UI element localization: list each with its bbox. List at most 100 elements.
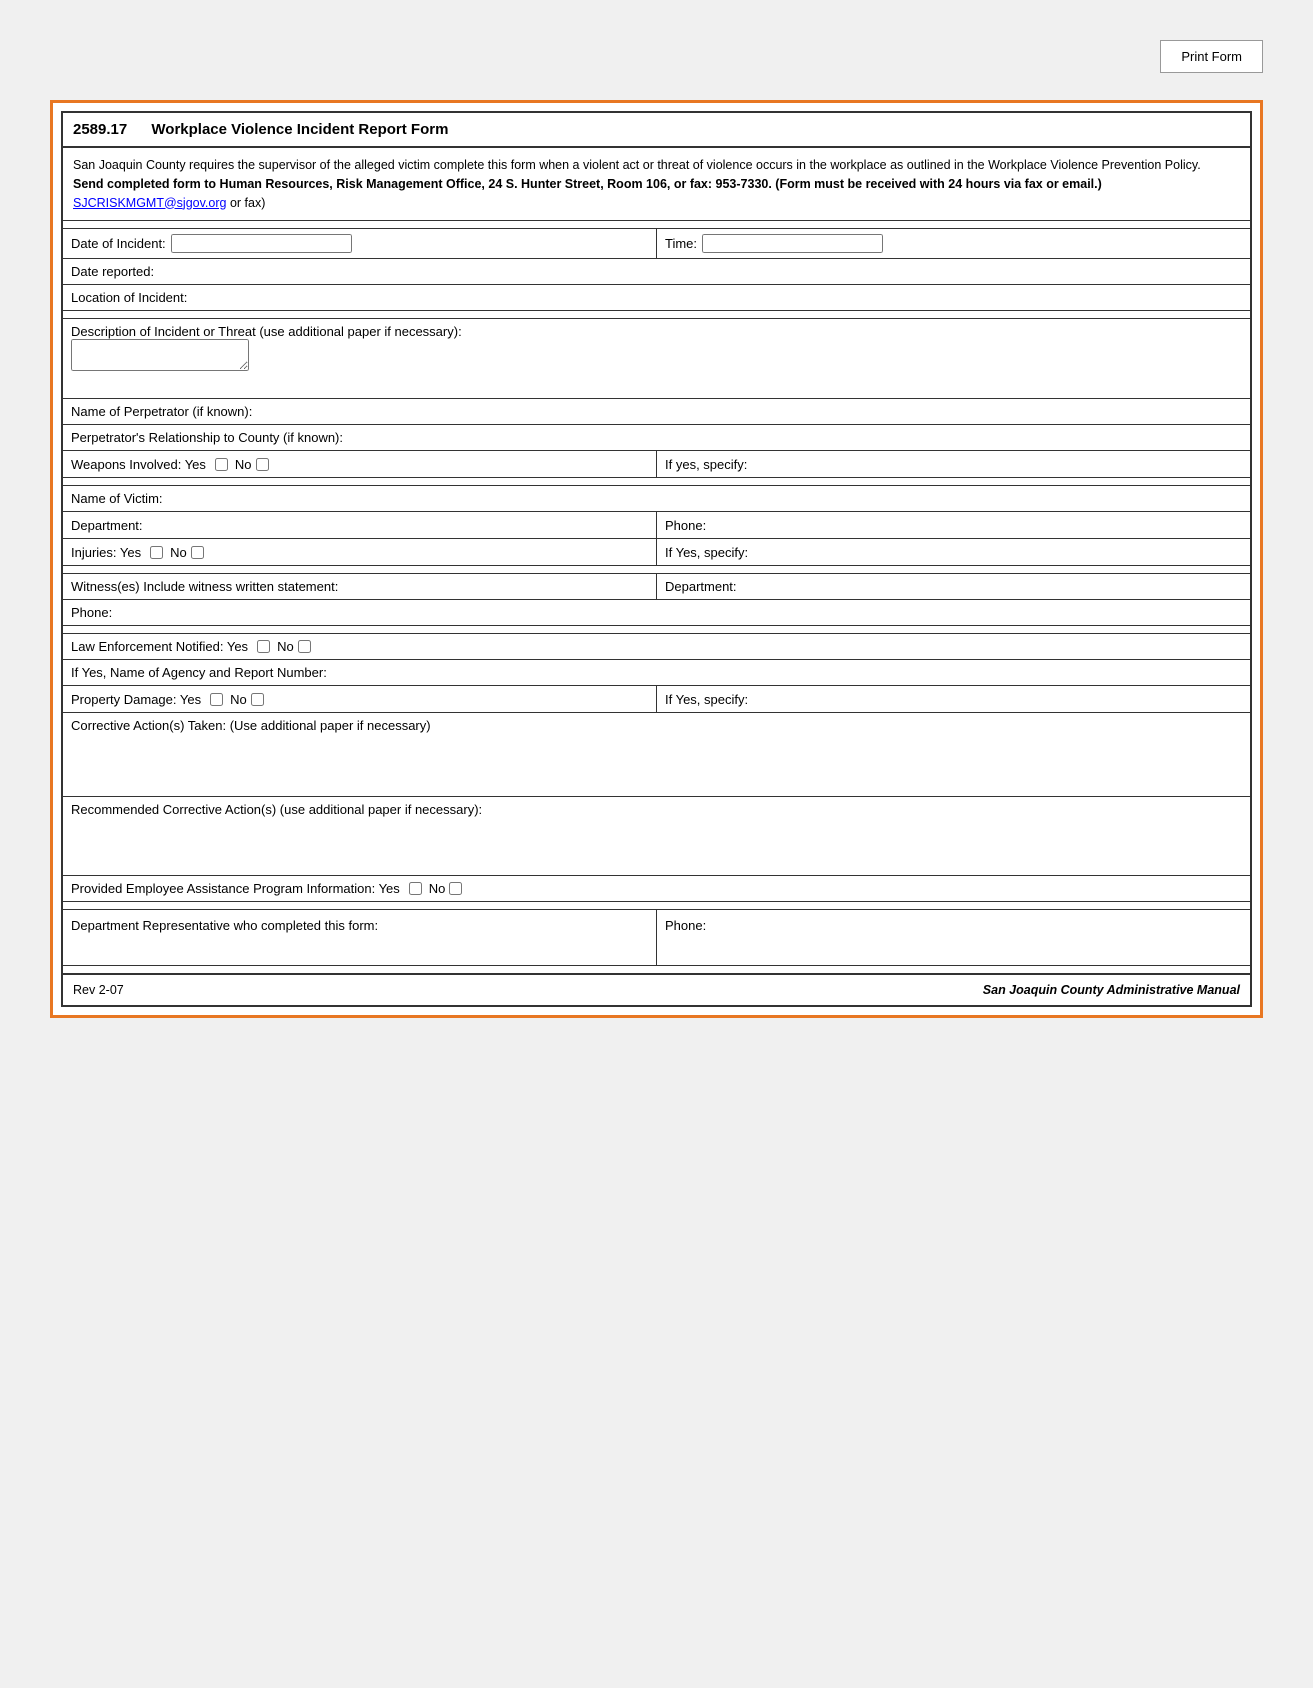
eap-no-label[interactable] — [449, 882, 465, 895]
dept-rep-phone-input[interactable] — [711, 918, 1242, 932]
injuries-yes-checkbox[interactable] — [150, 546, 163, 559]
perpetrator-relationship-input[interactable] — [348, 431, 1242, 445]
injuries-specify-input[interactable] — [753, 545, 1242, 559]
property-no-checkbox[interactable] — [251, 693, 264, 706]
property-yes-checkbox[interactable] — [210, 693, 223, 706]
law-enforcement-label: Law Enforcement Notified: Yes — [71, 639, 248, 654]
footer-manual: San Joaquin County Administrative Manual — [983, 983, 1240, 997]
eap-yes-checkbox[interactable] — [409, 882, 422, 895]
perpetrator-name-row: Name of Perpetrator (if known): — [63, 399, 1250, 425]
injuries-row: Injuries: Yes No If Yes, specify: — [63, 539, 1250, 566]
date-reported-label: Date reported: — [71, 264, 154, 279]
law-yes-checkbox[interactable] — [257, 640, 270, 653]
weapons-no-label: No — [235, 457, 252, 472]
property-no-label[interactable] — [251, 693, 267, 706]
form-title: Workplace Violence Incident Report Form — [151, 121, 448, 138]
perpetrator-relationship-row: Perpetrator's Relationship to County (if… — [63, 425, 1250, 451]
eap-no-text: No — [429, 881, 446, 896]
law-enforcement-row: Law Enforcement Notified: Yes No — [63, 634, 1250, 660]
witness-label: Witness(es) Include witness written stat… — [71, 579, 648, 594]
phone-cell: Phone: — [657, 512, 1250, 538]
perpetrator-name-input[interactable] — [257, 405, 1242, 419]
property-specify-input[interactable] — [753, 692, 1242, 706]
dept-input[interactable] — [148, 518, 648, 532]
weapons-yes-label[interactable] — [215, 458, 231, 471]
witness-dept-input[interactable] — [742, 580, 1242, 594]
corrective-action-textarea[interactable] — [71, 733, 1242, 788]
law-yes-label[interactable] — [257, 640, 273, 653]
weapons-row: Weapons Involved: Yes No If yes, specify… — [63, 451, 1250, 478]
property-no-text: No — [230, 692, 247, 707]
weapons-label: Weapons Involved: Yes — [71, 457, 206, 472]
description-textarea[interactable] — [71, 339, 249, 371]
recommended-action-textarea[interactable] — [71, 817, 1242, 867]
weapons-specify-input[interactable] — [752, 457, 1242, 471]
dept-cell: Department: — [63, 512, 657, 538]
location-row: Location of Incident: — [63, 285, 1250, 311]
injuries-no-label[interactable] — [191, 546, 207, 559]
victim-name-label: Name of Victim: — [71, 491, 163, 506]
weapons-specify-label: If yes, specify: — [665, 457, 747, 472]
dept-rep-phone-label: Phone: — [665, 918, 706, 933]
spacer-5 — [63, 626, 1250, 634]
law-no-label[interactable] — [298, 640, 314, 653]
date-reported-row: Date reported: — [63, 259, 1250, 285]
time-label: Time: — [665, 236, 697, 251]
date-reported-input[interactable] — [159, 265, 1242, 279]
witness-right-cell: Department: — [657, 574, 1250, 599]
form-number: 2589.17 — [73, 121, 127, 138]
location-input[interactable] — [192, 291, 1242, 305]
spacer-2 — [63, 311, 1250, 319]
page-wrapper: Print Form 2589.17 Workplace Violence In… — [20, 20, 1293, 1038]
form-title-row: 2589.17 Workplace Violence Incident Repo… — [63, 113, 1250, 148]
dept-rep-row: Department Representative who completed … — [63, 910, 1250, 966]
dept-phone-row: Department: Phone: — [63, 512, 1250, 539]
eap-row: Provided Employee Assistance Program Inf… — [63, 876, 1250, 902]
eap-label: Provided Employee Assistance Program Inf… — [71, 881, 400, 896]
victim-name-row: Name of Victim: — [63, 486, 1250, 512]
spacer-3 — [63, 478, 1250, 486]
property-yes-label[interactable] — [210, 693, 226, 706]
agency-report-label: If Yes, Name of Agency and Report Number… — [71, 665, 327, 680]
time-cell: Time: — [657, 229, 1250, 258]
agency-report-input[interactable] — [332, 666, 1242, 680]
weapons-specify-cell: If yes, specify: — [657, 451, 1250, 477]
witness-row: Witness(es) Include witness written stat… — [63, 574, 1250, 600]
footer-section: Rev 2-07 San Joaquin County Administrati… — [63, 974, 1250, 1005]
victim-name-input[interactable] — [168, 492, 1242, 506]
injuries-specify-cell: If Yes, specify: — [657, 539, 1250, 565]
form-container: 2589.17 Workplace Violence Incident Repo… — [50, 100, 1263, 1018]
property-specify-label: If Yes, specify: — [665, 692, 748, 707]
recommended-action-section: Recommended Corrective Action(s) (use ad… — [63, 797, 1250, 876]
property-damage-label: Property Damage: Yes — [71, 692, 201, 707]
injuries-no-checkbox[interactable] — [191, 546, 204, 559]
time-input[interactable] — [702, 234, 883, 253]
spacer-6 — [63, 902, 1250, 910]
date-of-incident-input[interactable] — [171, 234, 352, 253]
eap-yes-label[interactable] — [409, 882, 425, 895]
law-no-checkbox[interactable] — [298, 640, 311, 653]
weapons-no-checkbox[interactable] — [256, 458, 269, 471]
intro-section: San Joaquin County requires the supervis… — [63, 148, 1250, 221]
dept-rep-right-cell: Phone: — [657, 910, 1250, 965]
spacer-4 — [63, 566, 1250, 574]
corrective-action-label: Corrective Action(s) Taken: (Use additio… — [71, 718, 1242, 733]
email-link[interactable]: SJCRISKMGMT@sjgov.org — [73, 196, 226, 210]
print-button[interactable]: Print Form — [1160, 40, 1263, 73]
witness-phone-row: Phone: — [63, 600, 1250, 626]
injuries-specify-label: If Yes, specify: — [665, 545, 748, 560]
spacer-7 — [63, 966, 1250, 974]
injuries-cell: Injuries: Yes No — [63, 539, 657, 565]
injuries-yes-label[interactable] — [150, 546, 166, 559]
recommended-action-label: Recommended Corrective Action(s) (use ad… — [71, 802, 1242, 817]
property-specify-cell: If Yes, specify: — [657, 686, 1250, 712]
eap-no-checkbox[interactable] — [449, 882, 462, 895]
weapons-no-label-cb[interactable] — [256, 458, 272, 471]
dept-label: Department: — [71, 518, 143, 533]
phone-input[interactable] — [711, 518, 1242, 532]
witness-phone-input[interactable] — [117, 606, 1242, 620]
witness-left-cell: Witness(es) Include witness written stat… — [63, 574, 657, 599]
weapons-yes-checkbox[interactable] — [215, 458, 228, 471]
phone-label: Phone: — [665, 518, 706, 533]
intro-bold: Send completed form to Human Resources, … — [73, 175, 1240, 194]
